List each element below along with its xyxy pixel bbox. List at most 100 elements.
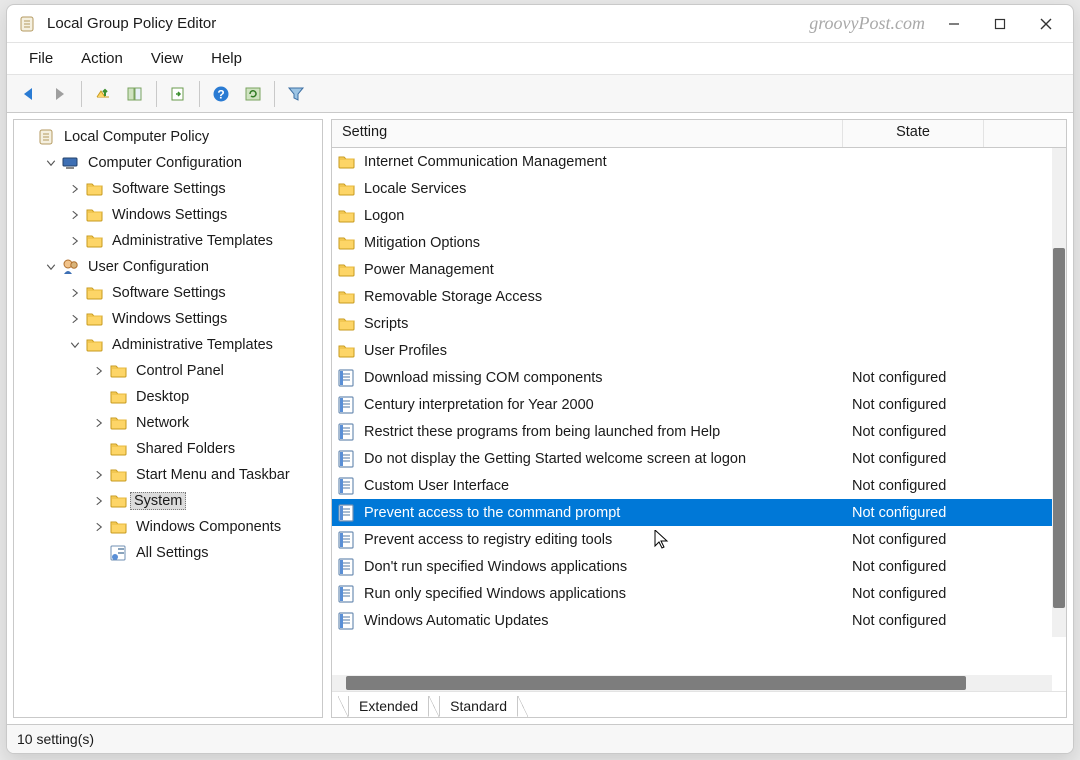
minimize-button[interactable] [931, 8, 977, 40]
column-state[interactable]: State [843, 120, 983, 147]
help-button[interactable] [206, 79, 236, 109]
list-item[interactable]: Scripts [332, 310, 1052, 337]
chevron-right-icon[interactable] [92, 520, 106, 534]
tree-item[interactable]: Windows Settings [14, 202, 322, 228]
tree-item[interactable]: All Settings [14, 540, 322, 566]
list-item-state: Not configured [852, 559, 1022, 575]
folder-icon [338, 342, 356, 360]
folder-icon [86, 284, 104, 302]
export-list-button[interactable] [163, 79, 193, 109]
list-item[interactable]: Logon [332, 202, 1052, 229]
horizontal-scrollbar[interactable] [332, 675, 1052, 691]
tab-extended[interactable]: Extended [348, 696, 429, 717]
list-item[interactable]: Century interpretation for Year 2000Not … [332, 391, 1052, 418]
tree-item[interactable]: Computer Configuration [14, 150, 322, 176]
vertical-scrollbar[interactable] [1052, 148, 1066, 637]
back-button[interactable] [13, 79, 43, 109]
list-item[interactable]: Windows Automatic UpdatesNot configured [332, 607, 1052, 634]
list-item[interactable]: User Profiles [332, 337, 1052, 364]
tree-item[interactable]: Software Settings [14, 176, 322, 202]
chevron-right-icon[interactable] [68, 208, 82, 222]
list-item[interactable]: Restrict these programs from being launc… [332, 418, 1052, 445]
list-header: Setting State [332, 120, 1066, 148]
tree-item[interactable]: Shared Folders [14, 436, 322, 462]
list-item[interactable]: Prevent access to registry editing tools… [332, 526, 1052, 553]
menu-view[interactable]: View [137, 43, 197, 74]
list-item[interactable]: Mitigation Options [332, 229, 1052, 256]
tree-item-label: Desktop [136, 389, 189, 405]
list-item[interactable]: Prevent access to the command promptNot … [332, 499, 1052, 526]
toolbar-separator [81, 81, 82, 107]
list-item-state: Not configured [852, 451, 1022, 467]
tree-item[interactable]: System [14, 488, 322, 514]
chevron-right-icon[interactable] [68, 286, 82, 300]
forward-button[interactable] [45, 79, 75, 109]
folder-icon [110, 466, 128, 484]
tree-item[interactable]: Local Computer Policy [14, 124, 322, 150]
list-item[interactable]: Locale Services [332, 175, 1052, 202]
chevron-down-icon[interactable] [44, 260, 58, 274]
list-body: Internet Communication ManagementLocale … [332, 148, 1066, 675]
tree-pane[interactable]: Local Computer PolicyComputer Configurat… [13, 119, 323, 718]
list-item[interactable]: Run only specified Windows applicationsN… [332, 580, 1052, 607]
menu-file[interactable]: File [15, 43, 67, 74]
folder-icon [110, 492, 128, 510]
tree-item-label: Start Menu and Taskbar [136, 467, 290, 483]
scrollbar-thumb[interactable] [346, 676, 966, 690]
list-item[interactable]: Download missing COM componentsNot confi… [332, 364, 1052, 391]
list-item[interactable]: Internet Communication Management [332, 148, 1052, 175]
tab-decoration [429, 696, 439, 717]
list-item-state: Not configured [852, 478, 1022, 494]
folder-icon [86, 310, 104, 328]
chevron-right-icon[interactable] [92, 468, 106, 482]
tree-item[interactable]: Desktop [14, 384, 322, 410]
chevron-down-icon[interactable] [44, 156, 58, 170]
list-item[interactable]: Custom User InterfaceNot configured [332, 472, 1052, 499]
setting-icon [338, 585, 356, 603]
tree-item-label: Control Panel [136, 363, 224, 379]
client-area: Local Computer PolicyComputer Configurat… [7, 113, 1073, 725]
folder-icon [338, 153, 356, 171]
list-item-label: Do not display the Getting Started welco… [364, 451, 852, 467]
folder-icon [110, 414, 128, 432]
show-hide-tree-button[interactable] [120, 79, 150, 109]
menu-action[interactable]: Action [67, 43, 137, 74]
tab-standard[interactable]: Standard [439, 696, 518, 717]
chevron-right-icon[interactable] [68, 312, 82, 326]
chevron-down-icon[interactable] [68, 338, 82, 352]
tree-item[interactable]: Windows Components [14, 514, 322, 540]
menu-help[interactable]: Help [197, 43, 256, 74]
close-button[interactable] [1023, 8, 1069, 40]
chevron-right-icon[interactable] [68, 234, 82, 248]
chevron-right-icon[interactable] [92, 416, 106, 430]
tree-item[interactable]: Administrative Templates [14, 228, 322, 254]
tree-item[interactable]: Network [14, 410, 322, 436]
setting-icon [338, 396, 356, 414]
list-item[interactable]: Removable Storage Access [332, 283, 1052, 310]
refresh-button[interactable] [238, 79, 268, 109]
chevron-right-icon[interactable] [92, 494, 106, 508]
tab-strip: Extended Standard [332, 691, 1066, 717]
tree-item[interactable]: Administrative Templates [14, 332, 322, 358]
scrollbar-thumb[interactable] [1053, 248, 1065, 608]
list-item[interactable]: Don't run specified Windows applications… [332, 553, 1052, 580]
list-item[interactable]: Power Management [332, 256, 1052, 283]
tree-item[interactable]: Start Menu and Taskbar [14, 462, 322, 488]
folder-icon [86, 206, 104, 224]
tree-item-label: User Configuration [88, 259, 209, 275]
chevron-right-icon[interactable] [68, 182, 82, 196]
list-item[interactable]: Do not display the Getting Started welco… [332, 445, 1052, 472]
filter-button[interactable] [281, 79, 311, 109]
tree-item[interactable]: User Configuration [14, 254, 322, 280]
tree-item[interactable]: Software Settings [14, 280, 322, 306]
tree-item[interactable]: Control Panel [14, 358, 322, 384]
tree-item[interactable]: Windows Settings [14, 306, 322, 332]
folder-icon [110, 440, 128, 458]
chevron-right-icon[interactable] [92, 364, 106, 378]
up-one-level-button[interactable] [88, 79, 118, 109]
setting-icon [338, 423, 356, 441]
list-item-label: Restrict these programs from being launc… [364, 424, 852, 440]
column-setting[interactable]: Setting [332, 120, 842, 147]
list-item-label: Don't run specified Windows applications [364, 559, 852, 575]
maximize-button[interactable] [977, 8, 1023, 40]
